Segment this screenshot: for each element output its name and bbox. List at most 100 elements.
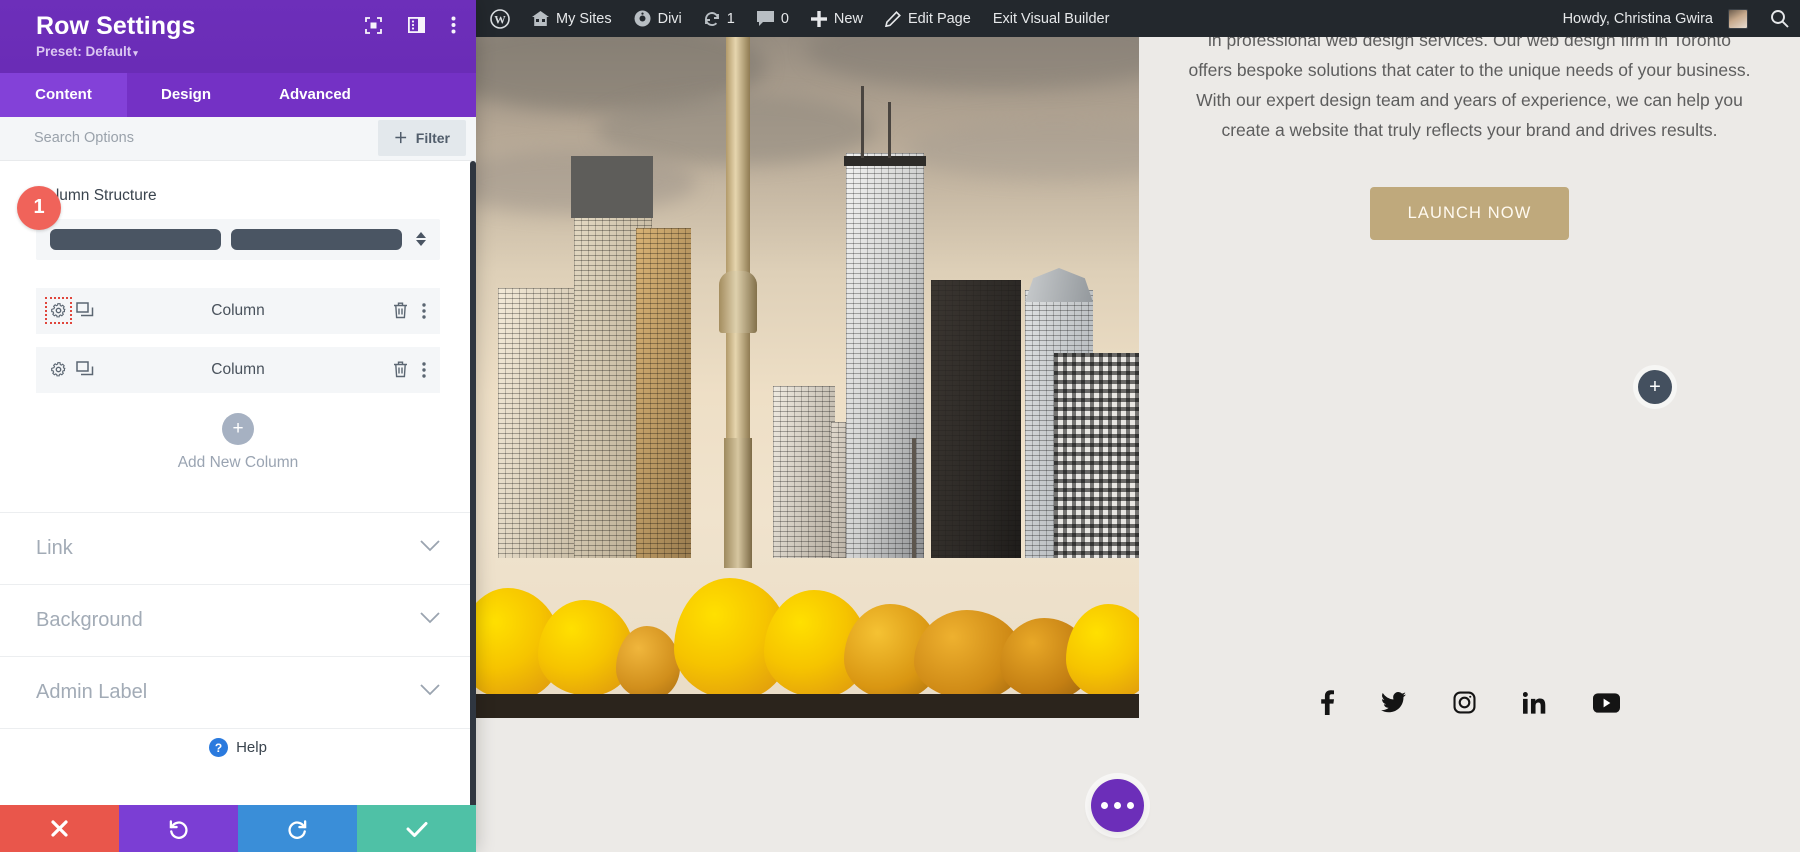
search-options-row: Search Options ＋ Filter (0, 117, 476, 161)
tab-content[interactable]: Content (0, 73, 127, 117)
new-label: New (834, 11, 863, 27)
help-label: Help (236, 739, 267, 756)
new-content-menu[interactable]: New (800, 0, 874, 37)
filter-button[interactable]: ＋ Filter (378, 120, 466, 156)
panel-action-bar (0, 805, 476, 852)
avatar (1728, 9, 1748, 29)
column-structure-preview (50, 229, 402, 250)
toronto-skyline-image (476, 37, 1139, 718)
add-column-plus-icon[interactable]: + (222, 413, 254, 445)
preset-label: Preset: Default (36, 44, 131, 59)
panel-header: Row Settings Preset: Default▾ (0, 0, 476, 73)
column-settings-gear-icon[interactable] (50, 361, 67, 378)
panel-scrollbar[interactable] (470, 161, 476, 805)
column-settings-gear-icon[interactable] (50, 302, 67, 319)
instagram-icon[interactable] (1453, 691, 1476, 714)
page-canvas: in professional web design services. Our… (476, 37, 1800, 852)
updates-count: 1 (727, 11, 735, 27)
tab-advanced[interactable]: Advanced (245, 73, 385, 117)
undo-button[interactable] (119, 805, 238, 852)
edit-page-link[interactable]: Edit Page (874, 0, 982, 37)
panel-more-icon[interactable] (451, 16, 456, 34)
cancel-button[interactable] (0, 805, 119, 852)
my-sites-label: My Sites (556, 11, 612, 27)
chevron-down-icon (420, 611, 440, 629)
row-settings-panel: Row Settings Preset: Default▾ (0, 0, 476, 852)
exit-visual-builder-link[interactable]: Exit Visual Builder (982, 0, 1121, 37)
column-delete-icon[interactable] (393, 361, 408, 378)
toggle-label: Link (36, 537, 73, 560)
dot-2 (1114, 802, 1121, 809)
social-follow-row (1139, 690, 1800, 715)
column-more-icon[interactable] (422, 362, 426, 378)
linkedin-icon[interactable] (1523, 692, 1546, 714)
column-more-icon[interactable] (422, 303, 426, 319)
help-icon: ? (209, 738, 228, 757)
column-label: Column (36, 361, 440, 379)
divi-menu[interactable]: Divi (623, 0, 693, 37)
search-input[interactable]: Search Options (34, 130, 378, 146)
caret-down-icon: ▾ (133, 48, 138, 58)
exit-visual-builder-label: Exit Visual Builder (993, 11, 1110, 27)
facebook-icon[interactable] (1321, 690, 1334, 715)
panel-layout-icon[interactable] (408, 17, 425, 33)
panel-scrollbar-thumb[interactable] (470, 161, 476, 805)
wp-logo-icon[interactable]: W (476, 0, 521, 37)
structure-bar-1 (50, 229, 221, 250)
toggle-label: Admin Label (36, 681, 147, 704)
save-button[interactable] (357, 805, 476, 852)
plus-icon: ＋ (394, 128, 408, 148)
column-label: Column (36, 302, 440, 320)
column-delete-icon[interactable] (393, 302, 408, 319)
stepper-up-icon[interactable] (416, 232, 426, 238)
ground-strip (476, 694, 1139, 718)
launch-now-button[interactable]: LAUNCH NOW (1370, 187, 1570, 240)
panel-body: Column Structure 1 (0, 161, 476, 805)
toggle-label: Background (36, 609, 143, 632)
text-column: in professional web design services. Our… (1139, 37, 1800, 240)
stepper-down-icon[interactable] (416, 240, 426, 246)
divi-label: Divi (658, 11, 682, 27)
column-structure-label: Column Structure (36, 187, 440, 205)
howdy-label: Howdy, Christina Gwira (1563, 11, 1713, 27)
chevron-down-icon (420, 683, 440, 701)
howdy-menu[interactable]: Howdy, Christina Gwira (1552, 0, 1759, 37)
my-sites-menu[interactable]: My Sites (521, 0, 623, 37)
updates-menu[interactable]: 1 (693, 0, 746, 37)
tab-design[interactable]: Design (127, 73, 245, 117)
divi-builder-toggle-button[interactable] (1091, 779, 1144, 832)
step-badge-1: 1 (17, 186, 61, 230)
help-link[interactable]: ? Help (0, 738, 476, 757)
dot-1 (1101, 802, 1108, 809)
structure-bar-2 (231, 229, 402, 250)
toggle-section-link[interactable]: Link (0, 512, 476, 584)
column-duplicate-icon[interactable] (76, 302, 94, 319)
panel-tabs: Content Design Advanced (0, 73, 476, 117)
structure-stepper[interactable] (412, 232, 426, 246)
preset-selector[interactable]: Preset: Default▾ (36, 44, 454, 59)
redo-button[interactable] (238, 805, 357, 852)
youtube-icon[interactable] (1593, 693, 1620, 713)
chevron-down-icon (420, 539, 440, 557)
autumn-trees (476, 548, 1139, 718)
comments-count: 0 (781, 11, 789, 27)
column-duplicate-icon[interactable] (76, 361, 94, 378)
column-list: Column (36, 288, 440, 393)
dot-3 (1127, 802, 1134, 809)
toggle-section-admin-label[interactable]: Admin Label (0, 656, 476, 728)
add-module-button[interactable]: + (1638, 370, 1672, 404)
add-new-column[interactable]: + Add New Column (36, 413, 440, 472)
comments-menu[interactable]: 0 (746, 0, 800, 37)
focus-preview-icon[interactable] (365, 17, 382, 34)
search-icon[interactable] (1759, 0, 1800, 37)
svg-text:W: W (494, 14, 506, 26)
column-structure-selector[interactable] (36, 219, 440, 260)
filter-label: Filter (416, 130, 450, 146)
wp-admin-bar: W My Sites Divi 1 0 (476, 0, 1800, 37)
edit-page-label: Edit Page (908, 11, 971, 27)
column-row-2[interactable]: Column (36, 347, 440, 393)
add-new-column-label: Add New Column (36, 454, 440, 472)
column-row-1[interactable]: Column (36, 288, 440, 334)
twitter-icon[interactable] (1381, 692, 1406, 713)
toggle-section-background[interactable]: Background (0, 584, 476, 656)
